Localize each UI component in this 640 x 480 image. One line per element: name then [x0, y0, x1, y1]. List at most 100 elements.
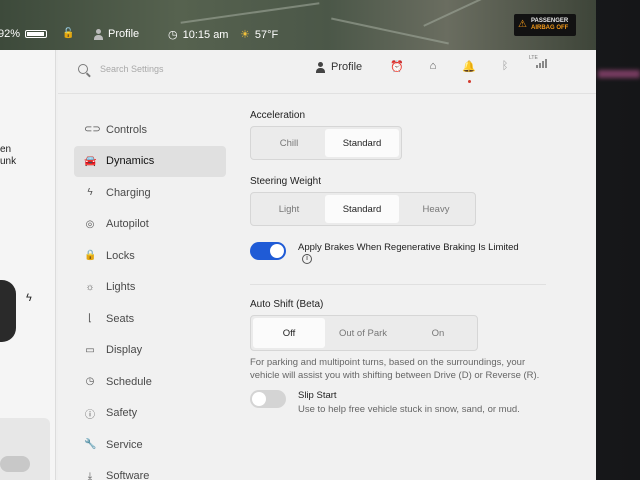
charge-port-icon[interactable]: ϟ	[26, 292, 32, 304]
auto-shift-option-on[interactable]: On	[401, 318, 475, 348]
nav-item-label: Lights	[106, 281, 136, 294]
slip-start-toggle[interactable]	[250, 390, 286, 408]
status-clock: ◷ 10:15 am	[168, 28, 229, 42]
nav-item-dynamics[interactable]: 🚘 Dynamics	[74, 145, 226, 177]
bluetooth-icon[interactable]: ᛒ	[498, 60, 512, 72]
nav-item-label: Service	[106, 438, 143, 451]
nav-item-label: Dynamics	[106, 155, 155, 168]
steering-option-standard[interactable]: Standard	[325, 195, 399, 223]
nav-item-locks[interactable]: 🔒 Locks	[74, 240, 226, 272]
status-temperature: 57°F	[254, 28, 279, 41]
car-icon: 🚘	[84, 155, 97, 167]
toggle-knob	[252, 392, 266, 406]
nav-item-label: Charging	[106, 186, 151, 199]
status-weather: ☀ 57°F	[240, 28, 279, 42]
nav-item-seats[interactable]: ⌊ Seats	[74, 303, 226, 335]
nav-item-autopilot[interactable]: ◎ Autopilot	[74, 209, 226, 241]
steering-option-heavy[interactable]: Heavy	[399, 195, 473, 223]
steering-option-light[interactable]: Light	[253, 195, 325, 223]
status-time: 10:15 am	[182, 28, 229, 41]
nav-item-label: Schedule	[106, 375, 152, 388]
nav-item-schedule[interactable]: ◷ Schedule	[74, 366, 226, 398]
battery-icon	[25, 30, 48, 38]
auto-shift-selector: Off Out of Park On	[250, 315, 478, 351]
light-icon: ☼	[85, 281, 95, 293]
ambient-light	[598, 70, 640, 78]
seat-icon: ⌊	[88, 313, 92, 325]
car-preview-text: en	[0, 144, 12, 155]
car-preview-toggle[interactable]	[0, 456, 30, 472]
nav-item-label: Software	[106, 470, 150, 480]
acceleration-option-chill[interactable]: Chill	[253, 129, 325, 157]
person-icon	[94, 28, 103, 40]
status-profile[interactable]: Profile	[94, 28, 139, 40]
nav-item-label: Locks	[106, 249, 135, 262]
search-bar[interactable]	[78, 64, 220, 74]
profile-button[interactable]: Profile	[316, 61, 362, 73]
nav-item-display[interactable]: ▭ Display	[74, 335, 226, 367]
airbag-line1: PASSENGER	[531, 18, 569, 24]
download-icon: ⤓	[87, 470, 93, 480]
steering-weight-heading: Steering Weight	[250, 176, 321, 187]
regen-braking-label: Apply Brakes When Regenerative Braking I…	[298, 242, 519, 253]
settings-nav: ⊂⊃ Controls 🚘 Dynamics ϟ Charging ◎ Auto…	[74, 114, 226, 480]
auto-shift-heading: Auto Shift (Beta)	[250, 299, 324, 310]
battery-percent: 92%	[0, 28, 21, 40]
nav-item-charging[interactable]: ϟ Charging	[74, 177, 226, 209]
dynamics-settings: Acceleration Chill Standard Steering Wei…	[250, 110, 580, 416]
nav-item-software[interactable]: ⤓ Software	[74, 461, 226, 480]
slip-start-row: Slip Start Use to help free vehicle stuc…	[250, 390, 580, 416]
nav-item-label: Controls	[106, 123, 147, 136]
car-wheel-image	[0, 280, 16, 342]
nav-item-label: Autopilot	[106, 218, 149, 231]
toggle-knob	[270, 244, 284, 258]
auto-shift-option-out-of-park[interactable]: Out of Park	[325, 318, 401, 348]
regen-braking-row: Apply Brakes When Regenerative Braking I…	[250, 242, 580, 266]
nav-item-lights[interactable]: ☼ Lights	[74, 272, 226, 304]
lock-status[interactable]: 🔓	[62, 28, 74, 39]
steering-wheel-icon: ◎	[85, 218, 95, 230]
profile-label: Profile	[331, 61, 363, 73]
status-profile-label: Profile	[108, 28, 140, 40]
clock-icon: ◷	[85, 376, 95, 388]
nav-item-controls[interactable]: ⊂⊃ Controls	[74, 114, 226, 146]
notification-dot	[468, 80, 471, 83]
acceleration-option-standard[interactable]: Standard	[325, 129, 399, 157]
steering-weight-selector: Light Standard Heavy	[250, 192, 476, 226]
nav-item-service[interactable]: 🔧 Service	[74, 429, 226, 461]
bolt-icon: ϟ	[87, 187, 93, 199]
cellular-signal-icon	[536, 58, 547, 68]
acceleration-selector: Chill Standard	[250, 126, 402, 160]
slip-start-text: Slip Start Use to help free vehicle stuc…	[298, 390, 520, 416]
settings-panel: Profile ⏰ ⌂ 🔔 ᛒ LTE ⊂⊃ Controls 🚘 Dynami…	[58, 50, 596, 480]
airbag-line2: AIRBAG OFF	[531, 25, 569, 31]
slip-start-label: Slip Start	[298, 390, 337, 401]
auto-shift-option-off[interactable]: Off	[253, 318, 325, 348]
touchscreen: 92% 🔓 Profile ◷ 10:15 am ☀ 57°F ⚠ PASSEN…	[0, 0, 596, 480]
regen-braking-label-wrap: Apply Brakes When Regenerative Braking I…	[298, 242, 528, 266]
battery-indicator[interactable]: 92%	[0, 28, 48, 40]
notification-bell-icon[interactable]: 🔔	[462, 60, 476, 73]
wrench-icon: 🔧	[84, 439, 97, 451]
garage-icon[interactable]: ⌂	[426, 60, 440, 72]
acceleration-heading: Acceleration	[250, 110, 306, 121]
alarm-clock-icon[interactable]: ⏰	[390, 60, 404, 73]
person-icon	[316, 61, 325, 73]
auto-shift-description: For parking and multipoint turns, based …	[250, 357, 540, 381]
unlock-icon: 🔓	[62, 28, 75, 39]
airbag-icon: ⚠	[518, 19, 527, 30]
map-road	[423, 0, 497, 27]
clock-icon: ◷	[168, 29, 178, 41]
slip-start-description: Use to help free vehicle stuck in snow, …	[298, 404, 520, 415]
lock-icon: 🔒	[84, 250, 97, 262]
map-road	[180, 2, 320, 24]
nav-item-safety[interactable]: ⓘ Safety	[74, 398, 226, 430]
nav-item-label: Safety	[106, 407, 138, 420]
regen-braking-toggle[interactable]	[250, 242, 286, 260]
car-preview-text[interactable]: unk	[0, 156, 16, 167]
section-divider	[250, 284, 546, 285]
search-input[interactable]	[100, 64, 220, 74]
car-preview: en unk ϟ	[0, 50, 56, 480]
info-icon[interactable]: i	[302, 254, 312, 265]
search-icon	[78, 64, 88, 74]
